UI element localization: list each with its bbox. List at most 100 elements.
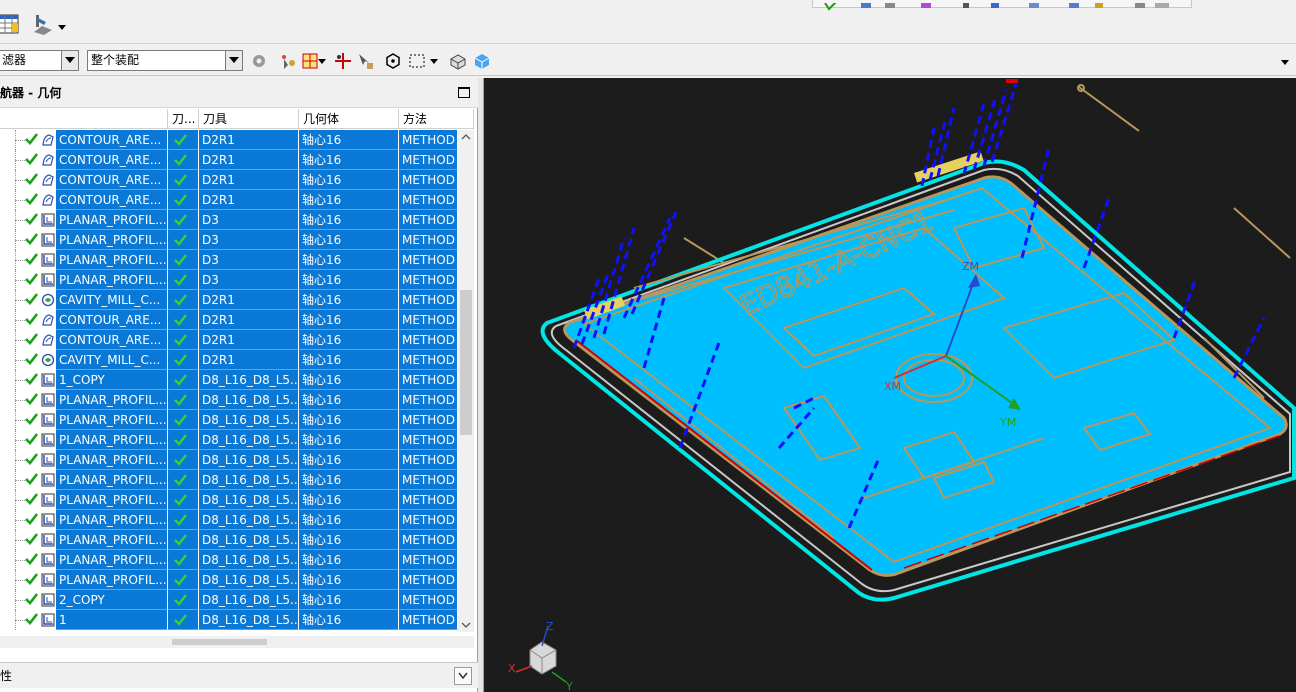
scrollbar-thumb[interactable] bbox=[172, 639, 267, 645]
operation-row[interactable]: PLANAR_PROFIL... D3 轴心16 METHOD bbox=[0, 270, 458, 290]
operation-row[interactable]: PLANAR_PROFIL... D8_L16_D8_L5... 轴心16 METHO… bbox=[0, 490, 458, 510]
type-filter-combo[interactable]: 滤器 bbox=[0, 50, 79, 71]
operation-name[interactable]: PLANAR_PROFIL... bbox=[56, 410, 168, 430]
geometry-name: 轴心16 bbox=[299, 450, 399, 470]
operation-name[interactable]: CONTOUR_ARE... bbox=[56, 310, 168, 330]
view-triad[interactable]: Z X Y bbox=[508, 620, 573, 692]
method-name: METHOD bbox=[399, 130, 458, 150]
operation-name[interactable]: CONTOUR_ARE... bbox=[56, 330, 168, 350]
operation-name[interactable]: CONTOUR_ARE... bbox=[56, 190, 168, 210]
operation-row[interactable]: 2_COPY D8_L16_D8_L5... 轴心16 METHOD bbox=[0, 590, 458, 610]
operation-name[interactable]: PLANAR_PROFIL... bbox=[56, 430, 168, 450]
gear-filter-icon[interactable] bbox=[246, 48, 272, 74]
graphics-viewport[interactable]: ED841-A-CNC1 ZM XM YM Z X Y bbox=[484, 78, 1296, 692]
check-icon bbox=[25, 213, 39, 228]
column-header-path[interactable]: 刀... bbox=[168, 109, 199, 129]
operation-row[interactable]: PLANAR_PROFIL... D3 轴心16 METHOD bbox=[0, 250, 458, 270]
operation-row[interactable]: PLANAR_PROFIL... D8_L16_D8_L5... 轴心16 METHO… bbox=[0, 390, 458, 410]
operation-row[interactable]: CONTOUR_ARE... D2R1 轴心16 METHOD bbox=[0, 310, 458, 330]
operation-row[interactable]: CONTOUR_ARE... D2R1 轴心16 METHOD bbox=[0, 330, 458, 350]
shaded-view-icon[interactable] bbox=[469, 48, 495, 74]
operation-row[interactable]: PLANAR_PROFIL... D8_L16_D8_L5... 轴心16 METHO… bbox=[0, 410, 458, 430]
dropdown-arrow-icon[interactable] bbox=[428, 56, 440, 68]
properties-bar[interactable]: 性 bbox=[0, 662, 478, 688]
scrollbar-thumb[interactable] bbox=[460, 290, 472, 435]
column-header-tool[interactable]: 刀具 bbox=[199, 109, 299, 129]
operation-row[interactable]: CONTOUR_ARE... D2R1 轴心16 METHOD bbox=[0, 190, 458, 210]
column-header-method[interactable]: 方法 bbox=[399, 109, 474, 129]
operation-name[interactable]: 1 bbox=[56, 610, 168, 630]
chevron-down-icon[interactable] bbox=[225, 51, 242, 70]
check-icon bbox=[25, 253, 39, 268]
tool-name: D8_L16_D8_L5... bbox=[199, 610, 299, 630]
hexagon-icon[interactable] bbox=[380, 48, 406, 74]
planar-operation-icon bbox=[40, 512, 56, 531]
maximize-icon[interactable] bbox=[458, 87, 470, 98]
wireframe-view-icon[interactable] bbox=[445, 48, 471, 74]
operation-row[interactable]: PLANAR_PROFIL... D3 轴心16 METHOD bbox=[0, 210, 458, 230]
operation-name[interactable]: PLANAR_PROFIL... bbox=[56, 390, 168, 410]
operation-name[interactable]: PLANAR_PROFIL... bbox=[56, 270, 168, 290]
operation-name[interactable]: PLANAR_PROFIL... bbox=[56, 230, 168, 250]
operation-row[interactable]: CONTOUR_ARE... D2R1 轴心16 METHOD bbox=[0, 170, 458, 190]
check-icon bbox=[25, 573, 39, 588]
operation-row[interactable]: PLANAR_PROFIL... D8_L16_D8_L5... 轴心16 METHO… bbox=[0, 550, 458, 570]
operation-name[interactable]: PLANAR_PROFIL... bbox=[56, 530, 168, 550]
operation-name[interactable]: 2_COPY bbox=[56, 590, 168, 610]
operation-name[interactable]: PLANAR_PROFIL... bbox=[56, 450, 168, 470]
operation-name[interactable]: PLANAR_PROFIL... bbox=[56, 210, 168, 230]
operation-row[interactable]: PLANAR_PROFIL... D8_L16_D8_L5... 轴心16 METHO… bbox=[0, 510, 458, 530]
path-status bbox=[168, 370, 199, 390]
tool-name: D8_L16_D8_L5... bbox=[199, 590, 299, 610]
operation-name[interactable]: CONTOUR_ARE... bbox=[56, 150, 168, 170]
operation-row[interactable]: 1_COPY D8_L16_D8_L5... 轴心16 METHOD bbox=[0, 370, 458, 390]
operation-name[interactable]: PLANAR_PROFIL... bbox=[56, 470, 168, 490]
operation-name[interactable]: PLANAR_PROFIL... bbox=[56, 510, 168, 530]
chevron-down-icon[interactable] bbox=[454, 667, 472, 685]
method-name: METHOD bbox=[399, 250, 458, 270]
selection-filter-icon[interactable] bbox=[352, 48, 378, 74]
path-status bbox=[168, 330, 199, 350]
operation-name[interactable]: CAVITY_MILL_C... bbox=[56, 290, 168, 310]
dropdown-arrow-icon[interactable] bbox=[56, 22, 68, 34]
operation-name[interactable]: PLANAR_PROFIL... bbox=[56, 550, 168, 570]
wcs-x-label: XM bbox=[884, 380, 901, 393]
table-grid-icon[interactable] bbox=[0, 11, 22, 37]
operation-name[interactable]: CONTOUR_ARE... bbox=[56, 170, 168, 190]
operation-name[interactable]: PLANAR_PROFIL... bbox=[56, 570, 168, 590]
operation-row[interactable]: CONTOUR_ARE... D2R1 轴心16 METHOD bbox=[0, 150, 458, 170]
operation-row[interactable]: PLANAR_PROFIL... D3 轴心16 METHOD bbox=[0, 230, 458, 250]
operation-row[interactable]: PLANAR_PROFIL... D8_L16_D8_L5... 轴心16 METHO… bbox=[0, 470, 458, 490]
operation-row[interactable]: PLANAR_PROFIL... D8_L16_D8_L5... 轴心16 METHO… bbox=[0, 570, 458, 590]
operation-row[interactable]: PLANAR_PROFIL... D8_L16_D8_L5... 轴心16 METHO… bbox=[0, 530, 458, 550]
operation-row[interactable]: CONTOUR_ARE... D2R1 轴心16 METHOD bbox=[0, 130, 458, 150]
tool-name: D2R1 bbox=[199, 150, 299, 170]
operation-name[interactable]: PLANAR_PROFIL... bbox=[56, 250, 168, 270]
contour-operation-icon bbox=[40, 172, 56, 191]
check-icon bbox=[174, 274, 187, 286]
dropdown-arrow-icon[interactable] bbox=[316, 56, 328, 68]
path-status bbox=[168, 590, 199, 610]
check-icon bbox=[25, 613, 39, 628]
operation-name[interactable]: CONTOUR_ARE... bbox=[56, 130, 168, 150]
operation-row[interactable]: CAVITY_MILL_C... D2R1 轴心16 METHOD bbox=[0, 350, 458, 370]
operation-row[interactable]: CAVITY_MILL_C... D2R1 轴心16 METHOD bbox=[0, 290, 458, 310]
operation-row[interactable]: PLANAR_PROFIL... D8_L16_D8_L5... 轴心16 METHO… bbox=[0, 430, 458, 450]
operation-name[interactable]: PLANAR_PROFIL... bbox=[56, 490, 168, 510]
rectangle-select-icon[interactable] bbox=[404, 48, 430, 74]
vertical-scrollbar[interactable] bbox=[458, 130, 474, 632]
check-icon bbox=[25, 393, 39, 408]
column-header-name[interactable] bbox=[0, 109, 168, 129]
geometry-name: 轴心16 bbox=[299, 210, 399, 230]
column-header-geometry[interactable]: 几何体 bbox=[299, 109, 399, 129]
operation-row[interactable]: PLANAR_PROFIL... D8_L16_D8_L5... 轴心16 METHO… bbox=[0, 450, 458, 470]
operation-name[interactable]: 1_COPY bbox=[56, 370, 168, 390]
operation-row[interactable]: 1 D8_L16_D8_L5... 轴心16 METHOD bbox=[0, 610, 458, 630]
chevron-down-icon[interactable] bbox=[61, 51, 78, 70]
operation-name[interactable]: CAVITY_MILL_C... bbox=[56, 350, 168, 370]
machine-tool-icon[interactable] bbox=[30, 11, 56, 37]
geometry-name: 轴心16 bbox=[299, 270, 399, 290]
horizontal-scrollbar[interactable] bbox=[0, 636, 474, 648]
dropdown-arrow-icon[interactable] bbox=[1278, 56, 1292, 70]
assembly-scope-combo[interactable]: 整个装配 bbox=[87, 50, 243, 71]
